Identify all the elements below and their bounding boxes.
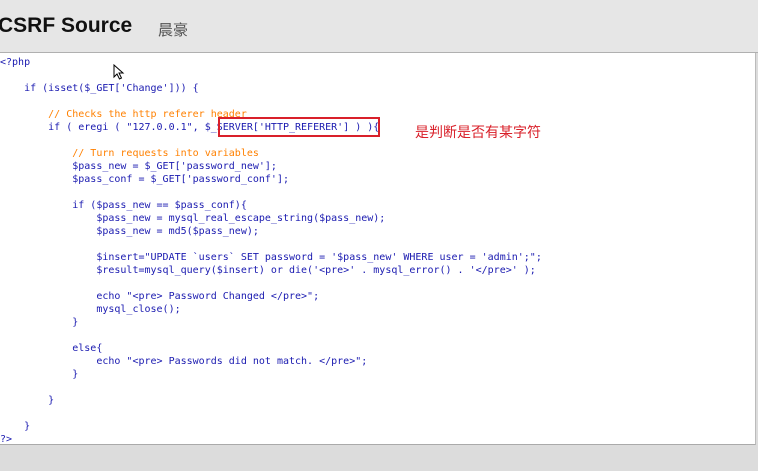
author-label: 晨豪 xyxy=(158,21,189,39)
code-line: } xyxy=(0,421,31,432)
code-line: } xyxy=(0,369,79,380)
code-line: $result=mysql_query($insert) or die('<pr… xyxy=(0,265,536,276)
code-line: } xyxy=(0,395,55,406)
code-line: $insert="UPDATE `users` SET password = '… xyxy=(0,252,542,263)
code-line: // Turn requests into variables xyxy=(0,148,259,159)
code-line: $pass_new = md5($pass_new); xyxy=(0,226,259,237)
code-line: if ($pass_new == $pass_conf){ xyxy=(0,200,247,211)
footer-bar xyxy=(0,446,758,471)
code-line: $pass_conf = $_GET['password_conf']; xyxy=(0,174,289,185)
page-header: CSRF Source 晨豪 xyxy=(0,0,758,53)
code-line: ?> xyxy=(0,434,13,445)
page-title: CSRF Source xyxy=(0,14,133,37)
code-line: mysql_close(); xyxy=(0,304,181,315)
code-line: else{ xyxy=(0,343,103,354)
code-line: if (isset($_GET['Change'])) { xyxy=(0,83,199,94)
code-line: $pass_new = mysql_real_escape_string($pa… xyxy=(0,213,386,224)
source-code-panel: <?php if (isset($_GET['Change'])) { // C… xyxy=(0,53,756,445)
code-line: } xyxy=(0,317,79,328)
code-line: $pass_new = $_GET['password_new']; xyxy=(0,161,277,172)
annotation-label: 是判断是否有某字符 xyxy=(415,125,541,141)
highlight-box xyxy=(218,117,380,137)
mouse-cursor-icon xyxy=(113,64,125,80)
code-line: // Checks the http referer header xyxy=(0,109,247,120)
code-line: echo "<pre> Password Changed </pre>"; xyxy=(0,291,320,302)
code-line: echo "<pre> Passwords did not match. </p… xyxy=(0,356,368,367)
code-line: <?php xyxy=(0,57,31,68)
